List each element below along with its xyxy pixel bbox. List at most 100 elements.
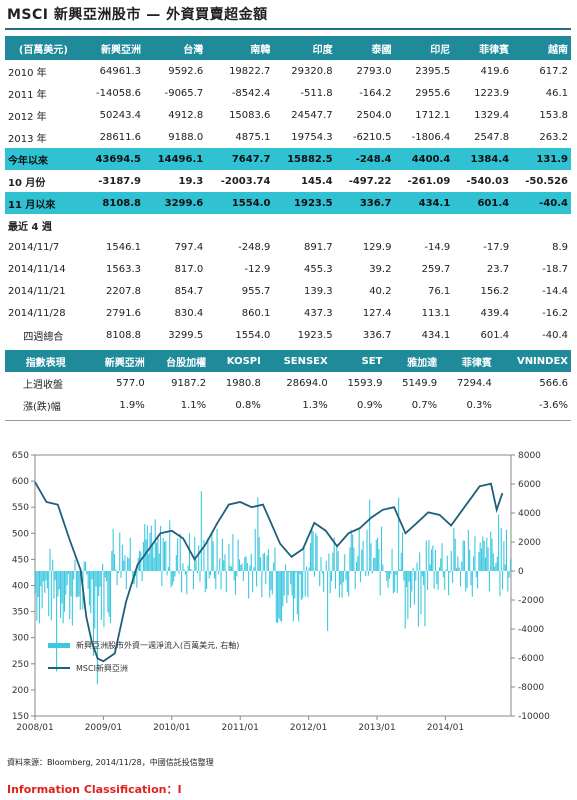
flow-bar — [217, 571, 219, 575]
flows-cell: -14.9 — [424, 241, 451, 253]
flows-row: 2011 年 -14058.6 -9065.7 -8542.4 -511.8 -164.2… — [5, 82, 571, 104]
flow-bar — [395, 571, 397, 575]
flows-cell: 259.7 — [421, 263, 451, 275]
flow-bar — [250, 553, 252, 571]
flow-bar — [233, 571, 235, 581]
flow-bar — [127, 557, 129, 571]
left-axis-tick-label: 550 — [12, 503, 29, 513]
flow-bar — [111, 550, 113, 571]
flow-bar — [192, 571, 194, 590]
flow-bar — [482, 536, 484, 571]
flow-bar — [380, 526, 383, 571]
flow-bar — [141, 571, 143, 582]
index-col-header: 菲律賓 — [440, 350, 495, 372]
flow-bar — [487, 547, 489, 571]
index-cell: 1.1% — [180, 399, 207, 411]
flows-index-chart: 150 200 250 300 350 400 450 500 550 600 650 -10000 -… — [12, 451, 550, 733]
flow-bar — [350, 529, 352, 571]
flow-bar — [475, 571, 477, 578]
flow-bar — [58, 571, 60, 590]
flows-cell: 19754.3 — [291, 131, 333, 143]
flow-bar — [341, 571, 343, 598]
flow-bar — [267, 549, 269, 571]
flows-cell: 76.1 — [428, 285, 451, 297]
flow-bar — [163, 542, 166, 571]
flow-bar — [424, 571, 426, 627]
flow-bar — [470, 571, 472, 586]
flows-cell: 2793.0 — [356, 65, 392, 77]
flow-bar — [271, 571, 273, 595]
flows-row: 2014/11/28 2791.6 830.4 860.1 437.3 127.4 113.… — [5, 302, 571, 324]
flow-bar — [161, 571, 163, 587]
flow-bar — [41, 571, 43, 609]
flow-bar — [425, 540, 427, 571]
flow-bar — [446, 555, 448, 571]
index-cell: 0.8% — [235, 399, 261, 411]
flow-bar — [394, 571, 396, 592]
flows-cell: -540.03 — [466, 175, 510, 187]
flow-bar — [173, 571, 175, 582]
flow-bar — [162, 537, 164, 571]
flow-bar — [35, 571, 37, 594]
flows-cell: 2395.5 — [415, 65, 451, 77]
flows-row: 11 月以來 8108.8 3299.6 1554.0 1923.5 336.7 434.1… — [5, 192, 571, 214]
flow-bar — [196, 571, 198, 574]
right-axis-tick-label: 6000 — [518, 480, 541, 490]
flow-bar — [308, 567, 310, 571]
flow-bar — [421, 571, 423, 577]
flow-bar — [52, 559, 54, 571]
flow-bar — [108, 571, 110, 617]
flows-cell: 129.9 — [362, 241, 392, 253]
flows-row-label: 2011 年 — [8, 89, 47, 101]
flows-cell: 434.1 — [421, 329, 451, 341]
flows-cell: 1554.0 — [206, 192, 274, 214]
index-cell: -3.6% — [538, 399, 568, 411]
index-col-header: 台股加權 — [147, 350, 210, 372]
flow-bar — [204, 571, 206, 593]
flow-bar — [241, 563, 243, 571]
flows-cell: 1563.3 — [106, 263, 141, 275]
flow-bar — [56, 571, 58, 672]
flow-bar — [281, 571, 283, 622]
flows-cell: -50.526 — [525, 175, 568, 187]
flow-bar — [194, 536, 196, 571]
flow-bar — [86, 571, 88, 575]
flow-bar — [99, 571, 101, 587]
flow-bar — [262, 553, 264, 571]
flow-bar — [357, 556, 359, 571]
flows-cell: 263.2 — [539, 131, 568, 143]
flow-bar — [334, 571, 337, 589]
flow-bar — [473, 556, 475, 571]
flow-bar — [452, 571, 454, 583]
index-table: 指數表現 新興亞洲 台股加權 KOSPI SENSEX SET 雅加達 菲律賓 VNINDEX 上… — [5, 350, 571, 416]
flow-bar — [449, 571, 451, 573]
flows-cell: 15083.6 — [229, 109, 271, 121]
index-cell: 566.6 — [539, 377, 568, 389]
flow-bar — [248, 571, 250, 599]
flow-bar — [342, 571, 344, 583]
index-cell: 7294.4 — [456, 377, 492, 389]
flow-bar — [386, 571, 388, 581]
flow-bar — [492, 553, 494, 571]
flow-bar — [208, 571, 210, 579]
flows-cell: 1329.4 — [474, 109, 510, 121]
flow-bar — [390, 571, 392, 574]
flow-bar — [258, 537, 260, 571]
left-axis-tick-label: 600 — [12, 477, 29, 487]
flows-cell: 1223.9 — [474, 87, 510, 99]
flow-bar — [288, 571, 290, 573]
title-rule — [5, 28, 571, 30]
flow-bar — [263, 552, 266, 571]
flow-bar — [152, 543, 154, 571]
flows-row-label: 2010 年 — [8, 67, 47, 79]
index-cell: 1.9% — [119, 399, 145, 411]
flow-bar — [321, 571, 323, 574]
flow-bar — [62, 571, 64, 624]
plot-frame — [34, 454, 512, 717]
flow-bar — [78, 571, 80, 597]
flow-bar — [442, 571, 444, 578]
flow-bar — [200, 491, 202, 571]
flow-bar — [70, 571, 72, 597]
flow-bar — [352, 534, 354, 571]
flow-bar — [392, 571, 394, 594]
